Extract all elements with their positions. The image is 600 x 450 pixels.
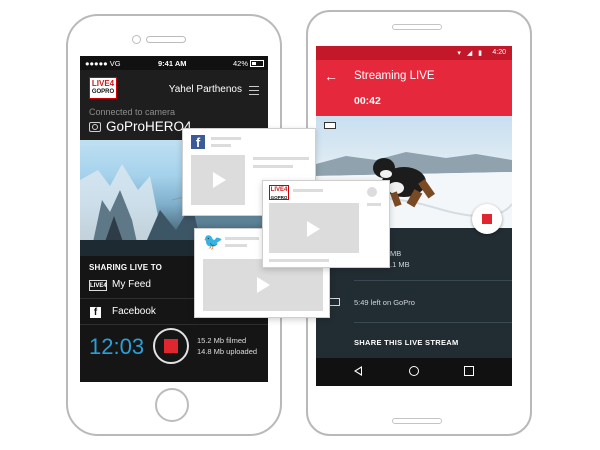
live4-share-card: LIVE4 GOPRO bbox=[262, 180, 390, 268]
text-placeholder bbox=[367, 187, 377, 197]
gopro-time-left: 5:49 left on GoPro bbox=[354, 298, 415, 307]
iphone-home-button[interactable] bbox=[155, 388, 189, 422]
text-placeholder bbox=[211, 137, 241, 140]
text-placeholder bbox=[367, 203, 381, 206]
play-icon bbox=[213, 172, 226, 188]
play-icon bbox=[307, 221, 320, 237]
stop-icon bbox=[164, 339, 178, 353]
stop-icon bbox=[482, 214, 492, 224]
text-placeholder bbox=[225, 244, 247, 247]
iphone-front-camera bbox=[132, 35, 141, 44]
divider bbox=[80, 324, 268, 325]
username: Yahel Parthenos bbox=[168, 84, 242, 95]
facebook-logo-icon: f bbox=[191, 135, 205, 150]
text-placeholder bbox=[225, 237, 259, 240]
data-stat: .1 MB bbox=[390, 260, 410, 269]
ios-status-bar: ●●●●● VG 9:41 AM 42% bbox=[80, 56, 268, 70]
filmed-stat: 15.2 Mb filmed bbox=[197, 336, 247, 345]
battery-percent: 42% bbox=[232, 59, 248, 68]
iphone-speaker bbox=[146, 36, 186, 43]
uploaded-stat: 14.8 Mb uploaded bbox=[197, 347, 258, 356]
camera-badge-icon bbox=[324, 122, 336, 129]
camera-name: GoProHERO4 bbox=[106, 119, 192, 134]
carrier-label: ●●●●● VG bbox=[85, 59, 121, 68]
text-placeholder bbox=[211, 144, 231, 147]
my-feed-option[interactable]: My Feed bbox=[112, 279, 151, 290]
camera-icon bbox=[89, 122, 101, 132]
stream-title: Streaming LIVE bbox=[354, 70, 435, 82]
nav-back-icon[interactable] bbox=[354, 366, 362, 376]
sharing-title: SHARING LIVE TO bbox=[89, 263, 163, 272]
data-stat: MB bbox=[390, 249, 402, 258]
live4-logo: LIVE4 GOPRO bbox=[89, 77, 117, 99]
play-icon bbox=[257, 277, 270, 293]
share-stream-button[interactable]: SHARE THIS LIVE STREAM bbox=[354, 338, 459, 347]
connected-label: Connected to camera bbox=[89, 107, 176, 117]
menu-icon[interactable] bbox=[249, 86, 259, 95]
divider bbox=[354, 280, 512, 281]
live4-logo: LIVE4 GOPRO bbox=[269, 185, 289, 200]
text-placeholder bbox=[253, 165, 293, 168]
battery-icon bbox=[250, 60, 264, 67]
nav-home-icon[interactable] bbox=[409, 366, 419, 376]
text-placeholder bbox=[269, 259, 329, 262]
recording-clock: 12:03 bbox=[89, 334, 145, 359]
text-placeholder bbox=[253, 157, 309, 160]
stream-timer: 00:42 bbox=[354, 95, 381, 107]
facebook-icon: f bbox=[90, 307, 101, 318]
android-nav-bar bbox=[316, 358, 512, 386]
android-toolbar: ← Streaming LIVE 00:42 bbox=[316, 60, 512, 116]
text-placeholder bbox=[293, 189, 323, 192]
back-arrow-icon[interactable]: ← bbox=[324, 68, 338, 84]
status-icons: ▾ ◢ ▮ bbox=[457, 50, 484, 57]
facebook-option[interactable]: Facebook bbox=[112, 306, 156, 317]
iphone-screen: ●●●●● VG 9:41 AM 42% LIVE4 GOPRO Yahel P… bbox=[80, 56, 268, 382]
twitter-logo-icon: 🐦 bbox=[203, 234, 223, 251]
android-speaker-bottom bbox=[392, 418, 442, 424]
android-status-bar: ▾ ◢ ▮ 4:20 bbox=[316, 46, 512, 60]
status-time: 4:20 bbox=[492, 49, 506, 56]
android-speaker bbox=[392, 24, 442, 30]
nav-recents-icon[interactable] bbox=[464, 366, 474, 376]
live4-feed-icon: LIVE4 bbox=[89, 280, 107, 291]
status-time: 9:41 AM bbox=[158, 59, 187, 68]
divider bbox=[354, 322, 512, 323]
